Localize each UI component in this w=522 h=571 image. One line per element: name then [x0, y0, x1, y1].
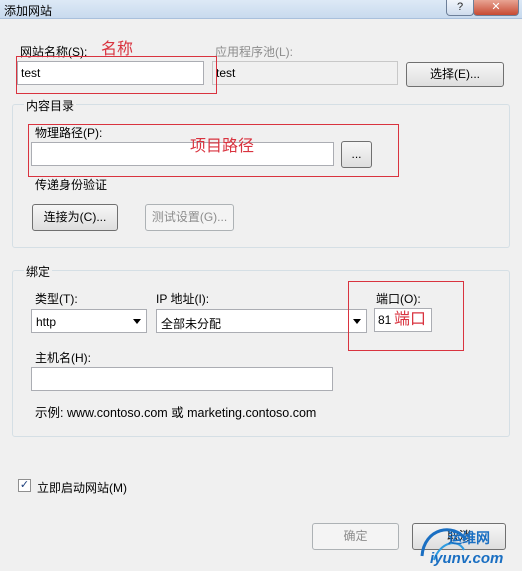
type-select-value: http: [36, 315, 57, 329]
type-label: 类型(T):: [35, 292, 78, 306]
pass-auth-label: 传递身份验证: [35, 178, 108, 192]
title-bar: [0, 0, 522, 19]
app-pool-field: test: [212, 61, 398, 85]
name-annotation: 名称: [101, 41, 134, 58]
host-label: 主机名(H):: [35, 351, 91, 365]
select-app-pool-button[interactable]: 选择(E)...: [406, 62, 504, 87]
ip-label: IP 地址(I):: [156, 292, 210, 306]
port-annotation: 端口: [394, 311, 427, 328]
connect-as-button[interactable]: 连接为(C)...: [32, 204, 118, 231]
start-now-label: 立即启动网站(M): [37, 481, 127, 495]
content-dir-title: 内容目录: [24, 97, 77, 114]
name-annotation-box: [16, 56, 217, 94]
path-annotation: 项目路径: [190, 138, 255, 155]
ip-select-value: 全部未分配: [161, 317, 222, 331]
ip-select[interactable]: 全部未分配: [156, 309, 367, 333]
example-text: 示例: www.contoso.com 或 marketing.contoso.…: [35, 406, 317, 420]
help-button[interactable]: ?: [446, 0, 474, 16]
host-input[interactable]: [31, 367, 333, 391]
watermark-text-1: 运维网: [448, 530, 490, 546]
close-button[interactable]: ✕: [473, 0, 519, 16]
test-settings-button: 测试设置(G)...: [145, 204, 234, 231]
start-now-checkbox[interactable]: ✓: [18, 479, 31, 492]
watermark-text-2: iyunv.com: [430, 550, 504, 567]
binding-title: 绑定: [24, 263, 53, 280]
chevron-down-icon: [133, 319, 141, 324]
app-pool-label: 应用程序池(L):: [215, 45, 294, 59]
type-select[interactable]: http: [31, 309, 147, 333]
window-title: 添加网站: [4, 4, 53, 18]
ok-button: 确定: [312, 523, 399, 550]
